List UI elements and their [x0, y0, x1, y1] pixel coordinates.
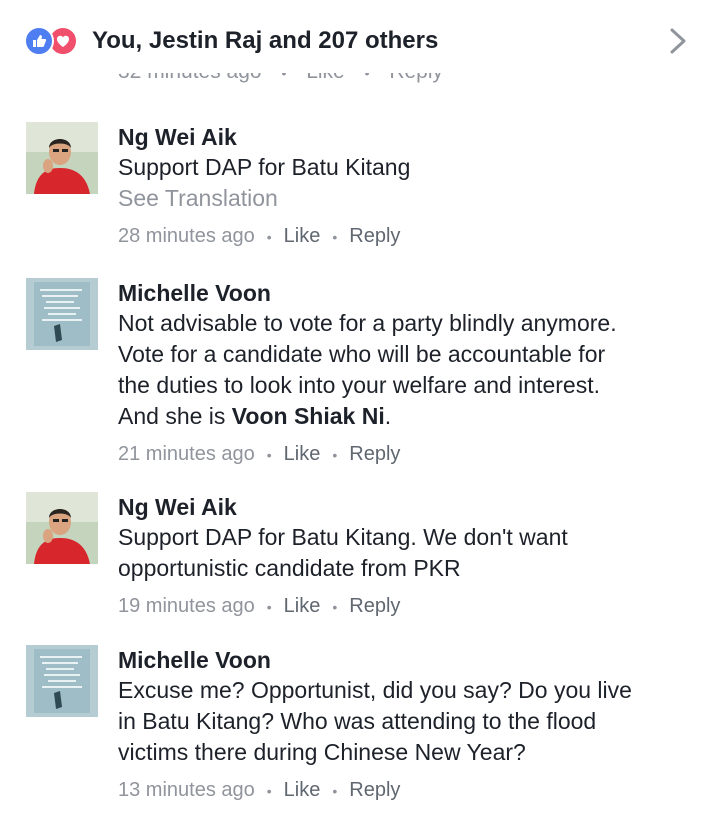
- comment-text: Not advisable to vote for a party blindl…: [118, 308, 700, 432]
- reply-link[interactable]: Reply: [349, 595, 400, 617]
- comment-author[interactable]: Ng Wei Aik: [118, 122, 700, 152]
- mentioned-name[interactable]: Voon Shiak Ni: [232, 403, 385, 429]
- avatar[interactable]: [26, 645, 98, 717]
- comment-text-line: Vote for a candidate who will be account…: [118, 341, 606, 367]
- man-in-red-avatar-icon: [26, 122, 98, 194]
- like-link[interactable]: Like: [284, 595, 321, 617]
- comment-time: 13 minutes ago: [118, 779, 255, 801]
- reply-link[interactable]: Reply: [349, 225, 400, 247]
- comment-text: Support DAP for Batu Kitang: [118, 154, 411, 180]
- reaction-summary-text[interactable]: You, Jestin Raj and 207 others: [92, 26, 438, 56]
- comment-text-line: Excuse me? Opportunist, did you say? Do …: [118, 677, 632, 703]
- comment-time: 28 minutes ago: [118, 225, 255, 247]
- like-link[interactable]: Like: [284, 225, 321, 247]
- partial-comment-meta: 32 minutes ago • Like • Reply: [118, 73, 443, 95]
- book-cover-avatar-icon: [26, 278, 98, 350]
- reply-link[interactable]: Reply: [349, 779, 400, 801]
- like-link[interactable]: Like: [284, 443, 321, 465]
- comment-text-line: And she is Voon Shiak Ni.: [118, 401, 700, 432]
- comment-meta: 13 minutes ago • Like • Reply: [118, 779, 401, 801]
- comment-text-line: in Batu Kitang? Who was attending to the…: [118, 708, 597, 734]
- avatar[interactable]: [26, 278, 98, 350]
- like-link[interactable]: Like: [306, 73, 345, 83]
- comment-text-fragment: And she is: [118, 403, 232, 429]
- comment-meta: 28 minutes ago • Like • Reply: [118, 225, 401, 247]
- comment-time: 19 minutes ago: [118, 595, 255, 617]
- comment-author[interactable]: Michelle Voon: [118, 278, 700, 308]
- comment-text-fragment: .: [384, 403, 392, 429]
- comment-text-line: Not advisable to vote for a party blindl…: [118, 310, 617, 336]
- book-cover-avatar-icon: [26, 645, 98, 717]
- comment-text-line: opportunistic candidate from PKR: [118, 555, 461, 581]
- comment-meta: 19 minutes ago • Like • Reply: [118, 595, 401, 617]
- reply-link[interactable]: Reply: [389, 73, 443, 83]
- reaction-icons: [24, 26, 88, 56]
- man-in-red-avatar-icon: [26, 492, 98, 564]
- comment-time: 32 minutes ago: [118, 73, 262, 83]
- chevron-right-icon[interactable]: [666, 26, 690, 56]
- comment-text-line: victims there during Chinese New Year?: [118, 739, 526, 765]
- like-link[interactable]: Like: [284, 779, 321, 801]
- comment-author[interactable]: Ng Wei Aik: [118, 492, 700, 522]
- comment-text-line: the duties to look into your welfare and…: [118, 372, 601, 398]
- comment-text: Support DAP for Batu Kitang. We don't wa…: [118, 522, 700, 584]
- reply-link[interactable]: Reply: [349, 443, 400, 465]
- avatar[interactable]: [26, 122, 98, 194]
- comment-text-line: Support DAP for Batu Kitang. We don't wa…: [118, 524, 568, 550]
- avatar[interactable]: [26, 492, 98, 564]
- comment-author[interactable]: Michelle Voon: [118, 645, 700, 675]
- comment-text: Excuse me? Opportunist, did you say? Do …: [118, 675, 700, 768]
- like-icon: [24, 26, 54, 56]
- reactions-bar[interactable]: You, Jestin Raj and 207 others: [0, 0, 720, 80]
- comment-time: 21 minutes ago: [118, 443, 255, 465]
- see-translation-link[interactable]: See Translation: [118, 183, 700, 214]
- comment-meta: 21 minutes ago • Like • Reply: [118, 443, 401, 465]
